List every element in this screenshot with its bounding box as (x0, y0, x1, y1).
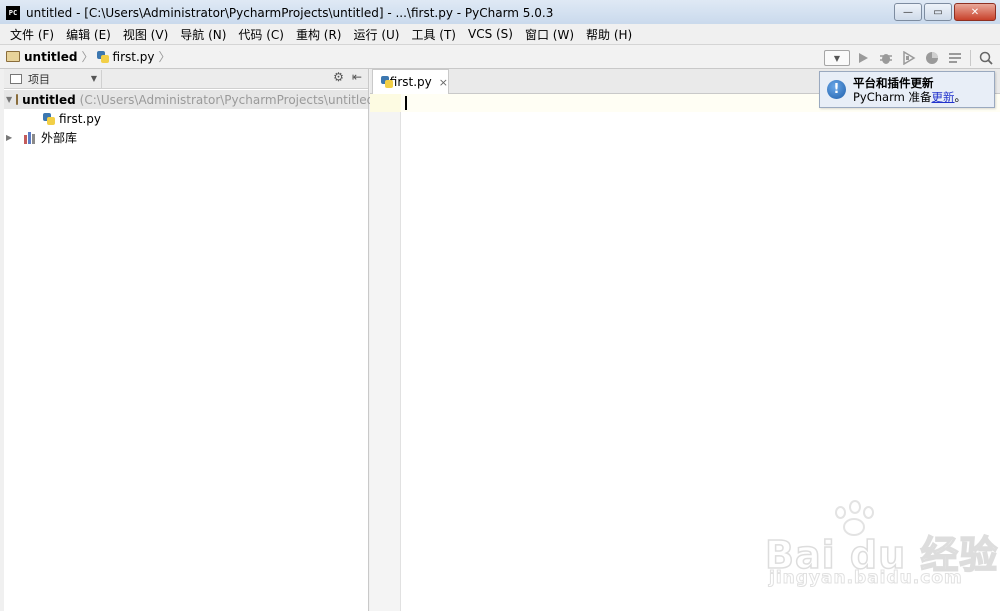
expand-arrow-icon[interactable]: ▼ (6, 95, 12, 104)
update-notification[interactable]: ! 平台和插件更新 PyCharm 准备更新。 (819, 71, 995, 108)
notification-body-suffix: 。 (954, 89, 967, 104)
tree-item-root[interactable]: ▼ untitled (C:\Users\Administrator\Pycha… (4, 90, 379, 109)
debug-icon[interactable] (876, 49, 896, 67)
folder-icon (16, 94, 19, 105)
project-panel-tools: ⚙ ⇤ (333, 70, 362, 84)
close-button[interactable]: ✕ (954, 3, 996, 21)
stop-icon[interactable] (945, 49, 965, 67)
tree-item-file[interactable]: first.py (42, 109, 101, 128)
tab-close-icon[interactable]: × (439, 76, 448, 89)
current-line-gutter-highlight (370, 94, 401, 112)
menu-file[interactable]: 文件 (F) (4, 26, 60, 43)
window-controls: — ▭ ✕ (894, 3, 996, 21)
breadcrumb-file-label: first.py (112, 49, 155, 64)
project-view-icon (10, 73, 22, 84)
title-bar: PC untitled - [C:\Users\Administrator\Py… (0, 0, 1000, 26)
notification-body-prefix: PyCharm 准备 (853, 89, 932, 104)
project-view-selector[interactable]: 项目 ▼ (4, 69, 102, 88)
tab-label: first.py (389, 75, 432, 89)
tree-root-name: untitled (22, 92, 76, 107)
project-tool-window: 项目 ▼ ⚙ ⇤ ▼ untitled (C:\Users\Administra… (4, 69, 379, 611)
menu-run[interactable]: 运行 (U) (348, 26, 406, 43)
menu-tools[interactable]: 工具 (T) (405, 26, 462, 43)
tree-item-external-libraries[interactable]: ▶ 外部库 (6, 128, 77, 147)
editor-area: first.py × (370, 69, 1000, 611)
python-file-icon (380, 75, 393, 89)
breadcrumb-project-label: untitled (24, 49, 78, 64)
menu-bar: 文件 (F) 编辑 (E) 视图 (V) 导航 (N) 代码 (C) 重构 (R… (0, 24, 1000, 44)
window-title: untitled - [C:\Users\Administrator\Pycha… (26, 5, 554, 20)
folder-icon (6, 51, 20, 62)
info-icon: ! (827, 80, 846, 99)
menu-window[interactable]: 窗口 (W) (519, 26, 580, 43)
minimize-button[interactable]: — (894, 3, 922, 21)
menu-refactor[interactable]: 重构 (R) (290, 26, 348, 43)
tab-first-py[interactable]: first.py × (372, 69, 449, 94)
menu-navigate[interactable]: 导航 (N) (174, 26, 232, 43)
breadcrumb-separator: 〉 (81, 50, 94, 64)
menu-vcs[interactable]: VCS (S) (462, 27, 519, 41)
notification-title: 平台和插件更新 (853, 75, 934, 90)
menu-code[interactable]: 代码 (C) (232, 26, 290, 43)
library-icon (24, 131, 38, 144)
expand-arrow-icon[interactable]: ▶ (6, 133, 18, 142)
update-link[interactable]: 更新 (932, 90, 955, 104)
tree-external-libraries-label: 外部库 (41, 131, 78, 145)
text-caret (405, 96, 407, 110)
chevron-down-icon: ▼ (90, 74, 97, 83)
coverage-icon[interactable] (899, 49, 919, 67)
menu-view[interactable]: 视图 (V) (117, 26, 174, 43)
project-panel-header: 项目 ▼ ⚙ ⇤ (4, 69, 368, 89)
python-file-icon (42, 112, 56, 126)
search-icon[interactable] (976, 49, 996, 67)
breadcrumb-separator: 〉 (158, 50, 171, 64)
breadcrumb-project[interactable]: untitled 〉 (0, 48, 94, 65)
run-toolbar: ▼ (824, 49, 996, 67)
run-icon[interactable] (853, 49, 873, 67)
notification-body: PyCharm 准备更新。 (853, 90, 966, 104)
project-view-label: 项目 (28, 72, 50, 86)
python-file-icon (96, 50, 110, 64)
breadcrumb-file[interactable]: first.py 〉 (94, 48, 171, 65)
toolbar-separator (970, 50, 971, 66)
menu-help[interactable]: 帮助 (H) (580, 26, 638, 43)
menu-edit[interactable]: 编辑 (E) (60, 26, 117, 43)
line-number-gutter[interactable] (370, 94, 401, 611)
collapse-icon[interactable]: ⇤ (352, 70, 362, 84)
pycharm-app-icon: PC (6, 5, 20, 20)
run-config-dropdown[interactable]: ▼ (824, 50, 850, 66)
navigation-bar: untitled 〉 first.py 〉 ▼ (0, 44, 1000, 69)
profile-icon[interactable] (922, 49, 942, 67)
tree-root-path: (C:\Users\Administrator\PycharmProjects\… (79, 92, 379, 107)
maximize-button[interactable]: ▭ (924, 3, 952, 21)
notification-text: 平台和插件更新 PyCharm 准备更新。 (853, 76, 966, 104)
gear-icon[interactable]: ⚙ (333, 70, 344, 84)
tree-file-name: first.py (59, 111, 101, 126)
